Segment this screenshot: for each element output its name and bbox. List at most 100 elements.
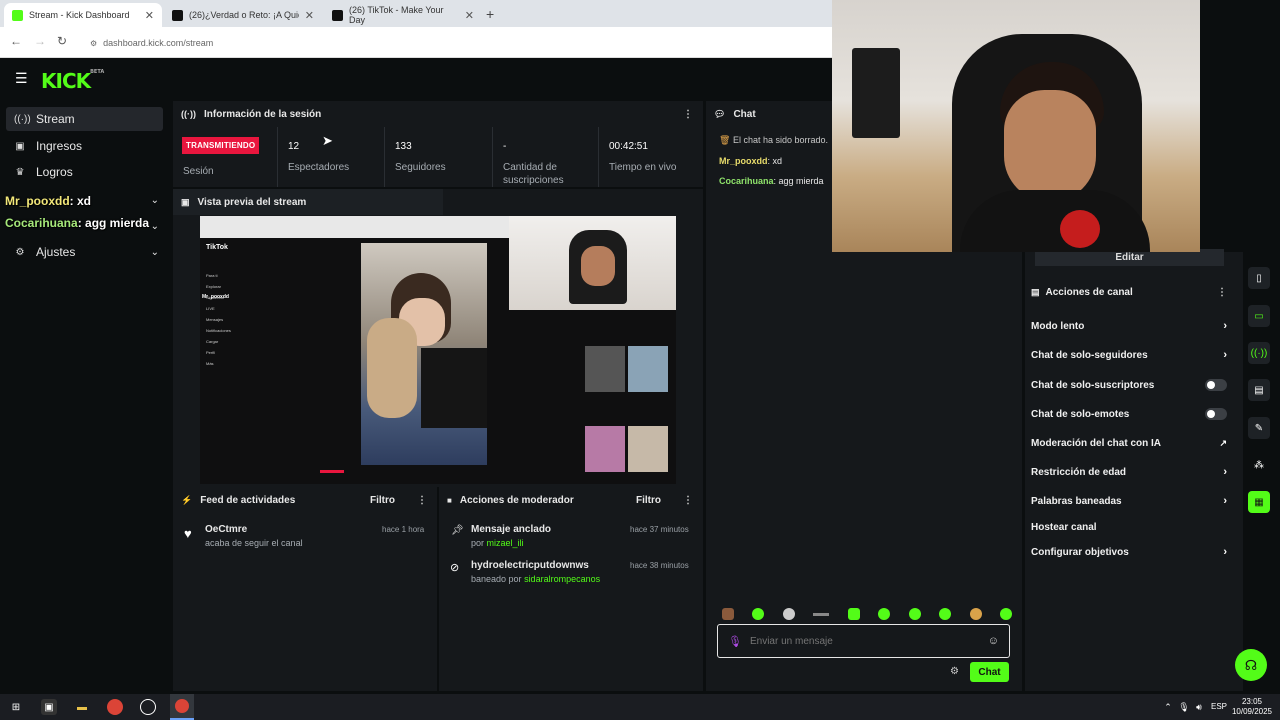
sidebar-item-label: Ingresos bbox=[36, 139, 83, 153]
support-chat-icon[interactable]: ☊ bbox=[1235, 649, 1267, 681]
reload-icon[interactable]: ↻ bbox=[57, 34, 67, 48]
store-icon[interactable]: ▣ bbox=[41, 699, 57, 715]
panel-title: Feed de actividades bbox=[200, 494, 296, 506]
emote-icon[interactable] bbox=[969, 608, 982, 620]
panel-title: Acciones de canal bbox=[1045, 286, 1133, 298]
emote-icon[interactable] bbox=[939, 608, 952, 620]
action-configure-goals[interactable]: Configurar objetivos › bbox=[1031, 543, 1227, 561]
more-options-icon[interactable]: ⋮ bbox=[417, 495, 427, 506]
tab-tiktok-verdad[interactable]: (26)¿Verdad o Reto: ¡A Quién De... ✕ bbox=[164, 3, 322, 27]
mod-action-item: Mensaje anclado por mizael_ili bbox=[471, 524, 552, 548]
filter-button[interactable]: Filtro bbox=[636, 495, 661, 506]
emote-icon[interactable] bbox=[847, 608, 860, 620]
rail-clapper-icon[interactable]: ▦ bbox=[1248, 491, 1270, 513]
emoji-icon[interactable]: ☺ bbox=[988, 635, 999, 647]
emote-icon[interactable] bbox=[722, 608, 734, 620]
chevron-down-icon: ⌄ bbox=[150, 246, 159, 258]
rail-wrench-icon[interactable]: ✎ bbox=[1248, 417, 1270, 439]
emote-icon[interactable] bbox=[782, 608, 795, 620]
trash-icon: 🗑︎ bbox=[719, 135, 731, 145]
activity-feed-panel: ⚡ Feed de actividades Filtro ⋮ bbox=[173, 487, 437, 691]
webcam-overlay bbox=[832, 0, 1200, 252]
more-options-icon[interactable]: ⋮ bbox=[1217, 287, 1227, 298]
gear-icon: ⚙ bbox=[15, 246, 25, 258]
overlay-chat-line: Mr_pooxdd: xd bbox=[5, 194, 92, 208]
preview-dog bbox=[367, 318, 417, 418]
file-explorer-icon[interactable]: ▬ bbox=[74, 699, 90, 715]
overlay-chat-line: Cocarihuana: agg mierda bbox=[5, 216, 150, 230]
rail-layout-icon[interactable]: ▤ bbox=[1248, 379, 1270, 401]
action-label: Configurar objetivos bbox=[1031, 546, 1129, 558]
emote-bar bbox=[722, 606, 1012, 622]
forward-arrow-icon[interactable]: → bbox=[34, 34, 46, 48]
action-followers-only[interactable]: Chat de solo-seguidores › bbox=[1031, 346, 1227, 364]
mod-action-time: hace 38 minutos bbox=[630, 561, 689, 570]
sidebar-item-label: Ajustes bbox=[36, 245, 76, 259]
sidebar-item-label: Stream bbox=[36, 112, 75, 126]
stream-preview-video[interactable]: TikTok Para ti Explorar Siguiendo LIVE Mensa… bbox=[200, 216, 676, 484]
url-field[interactable]: ⚙ dashboard.kick.com/stream bbox=[84, 33, 824, 53]
action-age-restriction[interactable]: Restricción de edad › bbox=[1031, 463, 1227, 481]
subscribers-only-toggle[interactable] bbox=[1205, 379, 1227, 391]
action-subscribers-only[interactable]: Chat de solo-suscriptores bbox=[1031, 376, 1227, 394]
obs-icon[interactable] bbox=[140, 699, 156, 715]
mod-actions-header: ■ Acciones de moderador Filtro ⋮ bbox=[439, 487, 703, 513]
tray-language[interactable]: ESP bbox=[1211, 702, 1227, 711]
tray-volume-icon[interactable]: 🔊︎ bbox=[1191, 699, 1207, 715]
microphone-icon[interactable]: 🎙︎ bbox=[728, 635, 742, 648]
more-options-icon[interactable]: ⋮ bbox=[683, 109, 693, 120]
tray-chevron-up-icon[interactable]: ⌃ bbox=[1160, 699, 1176, 715]
chat-settings-icon[interactable]: ⚙ bbox=[950, 666, 959, 677]
filter-button[interactable]: Filtro bbox=[370, 495, 395, 506]
new-tab-button[interactable]: + bbox=[486, 6, 494, 22]
action-slow-mode[interactable]: Modo lento › bbox=[1031, 317, 1227, 335]
start-windows-icon[interactable]: ⊞ bbox=[8, 699, 24, 715]
chevron-down-icon: ⌄ bbox=[150, 194, 159, 206]
send-chat-button[interactable]: Chat bbox=[970, 662, 1009, 682]
emote-icon[interactable] bbox=[908, 608, 921, 620]
back-arrow-icon[interactable]: ← bbox=[10, 34, 22, 48]
rail-nodes-icon[interactable]: ⁂ bbox=[1248, 454, 1270, 476]
emote-icon[interactable] bbox=[999, 608, 1012, 620]
more-options-icon[interactable]: ⋮ bbox=[683, 495, 693, 506]
rail-broadcast-icon[interactable]: ((·)) bbox=[1248, 342, 1270, 364]
preview-thumb bbox=[585, 426, 625, 472]
mouse-cursor-icon: ➤ bbox=[322, 133, 333, 148]
close-tab-icon[interactable]: ✕ bbox=[305, 9, 314, 22]
sidebar-item-logros[interactable]: ♛ Logros bbox=[6, 160, 163, 184]
sidebar-item-ingresos[interactable]: ▣ Ingresos bbox=[6, 134, 163, 158]
action-host-channel[interactable]: Hostear canal bbox=[1031, 518, 1227, 536]
close-tab-icon[interactable]: ✕ bbox=[145, 9, 154, 22]
tab-kick-dashboard[interactable]: Stream - Kick Dashboard ✕ bbox=[4, 3, 162, 27]
tray-microphone-icon[interactable]: 🎙︎ bbox=[1176, 699, 1192, 715]
chat-system-message: 🗑︎ El chat ha sido borrado. bbox=[719, 135, 829, 145]
hamburger-menu-icon[interactable]: ☰ bbox=[15, 70, 28, 87]
site-info-icon[interactable]: ⚙ bbox=[90, 39, 97, 48]
rail-phone-icon[interactable]: ▯ bbox=[1248, 267, 1270, 289]
chat-input-box[interactable]: 🎙︎ ☺ bbox=[717, 624, 1010, 658]
kick-logo[interactable]: KICKBETA bbox=[41, 69, 104, 93]
preview-tiktok-video[interactable] bbox=[361, 243, 487, 465]
action-ai-moderation[interactable]: Moderación del chat con IA ↗ bbox=[1031, 434, 1227, 452]
sidebar-item-label: Logros bbox=[36, 165, 73, 179]
taskbar-clock[interactable]: 23:05 10/09/2025 bbox=[1232, 697, 1272, 717]
broadcast-icon: ((·)) bbox=[14, 113, 31, 125]
chrome-active-icon[interactable] bbox=[170, 694, 194, 720]
action-emotes-only[interactable]: Chat de solo-emotes bbox=[1031, 405, 1227, 423]
emote-icon[interactable] bbox=[878, 608, 891, 620]
emotes-only-toggle[interactable] bbox=[1205, 408, 1227, 420]
chat-message-input[interactable] bbox=[749, 635, 980, 647]
session-info-header: ((·)) Información de la sesión ⋮ bbox=[173, 101, 703, 127]
broadcast-icon: ((·)) bbox=[181, 109, 196, 119]
tab-tiktok-home[interactable]: (26) TikTok - Make Your Day ✕ bbox=[324, 3, 482, 27]
sidebar-item-stream[interactable]: ((·)) Stream bbox=[6, 107, 163, 131]
emote-icon[interactable] bbox=[752, 608, 765, 620]
sidebar-item-ajustes[interactable]: ⚙ Ajustes ⌄ bbox=[6, 240, 163, 264]
close-tab-icon[interactable]: ✕ bbox=[465, 9, 474, 22]
stat-label: Seguidores bbox=[395, 162, 446, 173]
emote-icon[interactable] bbox=[813, 612, 830, 616]
rail-chat-icon[interactable]: ▭ bbox=[1248, 305, 1270, 327]
chrome-icon[interactable] bbox=[107, 699, 123, 715]
activity-feed-header: ⚡ Feed de actividades Filtro ⋮ bbox=[173, 487, 437, 513]
action-banned-words[interactable]: Palabras baneadas › bbox=[1031, 492, 1227, 510]
